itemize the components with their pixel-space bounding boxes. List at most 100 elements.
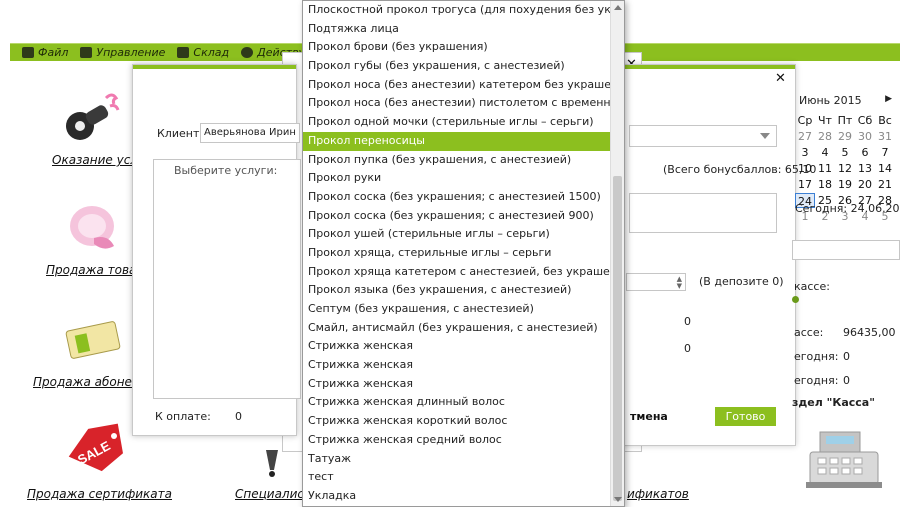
calendar-day[interactable]: 28 [815, 129, 835, 144]
calendar-day[interactable]: 17 [795, 177, 815, 192]
services-box[interactable]: Выберите услуги: [153, 159, 301, 399]
tile-certificates-link[interactable]: Продажа сертификата [27, 487, 172, 501]
cash-status-icon [792, 296, 799, 303]
dropdown-item[interactable]: Прокол носа (без анестезии) катетером бе… [303, 76, 611, 95]
calendar-day[interactable]: 7 [875, 145, 895, 160]
dropdown-item[interactable]: Прокол пупка (без украшения, с анестезие… [303, 151, 611, 170]
menu-file-label: Файл [38, 46, 69, 59]
dropdown-item[interactable]: Прокол соска (без украшения; с анестезие… [303, 207, 611, 226]
calendar-day[interactable]: 3 [795, 145, 815, 160]
calendar-day[interactable]: 13 [855, 161, 875, 176]
calendar-weekday: Чт [818, 114, 832, 127]
chevron-down-icon [760, 133, 770, 139]
calendar-day[interactable]: 31 [875, 129, 895, 144]
dropdown-item[interactable]: тест [303, 468, 611, 487]
calendar-day[interactable]: 12 [835, 161, 855, 176]
dropdown-item[interactable]: Прокол хряща, стерильные иглы – серьги [303, 244, 611, 263]
calendar-day[interactable]: 11 [815, 161, 835, 176]
menu-management-label: Управление [96, 46, 166, 59]
calendar-widget: Июнь 2015 ▶ Ср Чт Пт Сб Вс 27 28 29 30 31 3 4 5 6 7 10 1… [791, 90, 900, 223]
dropdown-item[interactable]: Прокол переносицы [303, 131, 611, 151]
menu-warehouse-label: Склад [193, 46, 230, 59]
scroll-down-icon[interactable] [614, 497, 622, 502]
dropdown-item[interactable]: Септум (без украшения, с анестезией) [303, 300, 611, 319]
menu-management[interactable]: Управление [80, 46, 165, 59]
value-a: 0 [684, 315, 691, 328]
scroll-up-icon[interactable] [614, 5, 622, 10]
service-select[interactable] [629, 125, 777, 147]
kasse-value: 96435,00 [843, 326, 896, 339]
dialog-accent-line-right [621, 65, 795, 69]
dropdown-item[interactable]: Стрижка женская [303, 375, 611, 394]
dropdown-item[interactable]: Стрижка женская средний волос [303, 431, 611, 450]
folder-icon [22, 47, 34, 58]
cash-label: кассе: [794, 280, 830, 293]
cash-register-icon[interactable] [804, 422, 884, 492]
calendar-day[interactable]: 4 [815, 145, 835, 160]
close-icon-right[interactable]: ✕ [775, 71, 786, 86]
dropdown-item[interactable]: Подтяжка лица [303, 20, 611, 39]
calendar-day[interactable]: 5 [835, 145, 855, 160]
stepper-down-icon[interactable]: ▼ [677, 282, 682, 290]
client-value: Аверьянова Ирин [204, 127, 296, 138]
dropdown-item[interactable]: Укладка [303, 487, 611, 506]
calendar-day[interactable]: 20 [855, 177, 875, 192]
dropdown-item[interactable]: Стрижка женская короткий волос [303, 412, 611, 431]
dropdown-item[interactable]: Смайл, антисмайл (без украшения, с анест… [303, 319, 611, 338]
store-icon [177, 47, 190, 58]
dropdown-item[interactable]: Плоскостной прокол трогуса (для похудени… [303, 1, 611, 20]
calendar-day[interactable]: 30 [855, 129, 875, 144]
dropdown-item[interactable]: Прокол ушей (стерильные иглы – серьги) [303, 225, 611, 244]
pay-label: К оплате: [155, 410, 211, 423]
dropdown-item[interactable]: Прокол губы (без украшения, с анестезией… [303, 57, 611, 76]
cancel-button[interactable]: тмена [630, 410, 668, 423]
calendar-day[interactable]: 19 [835, 177, 855, 192]
service-order-dialog: Клиент: Аверьянова Ирин Выберите услуги:… [132, 64, 301, 436]
dropdown-item[interactable]: Прокол языка (без украшения, с анестезие… [303, 281, 611, 300]
calendar-day[interactable]: 27 [795, 129, 815, 144]
client-field[interactable]: Аверьянова Ирин [200, 123, 300, 143]
sale-tag-icon[interactable]: SALE [62, 422, 128, 476]
deposit-stepper[interactable]: ▲ ▼ [626, 273, 686, 291]
calendar-day[interactable]: 21 [875, 177, 895, 192]
calendar-today[interactable]: Сегодня: 24.06.2015 [795, 202, 900, 215]
services-placeholder: Выберите услуги: [174, 164, 278, 177]
calendar-day[interactable]: 14 [875, 161, 895, 176]
menu-file[interactable]: Файл [22, 46, 68, 59]
tile-certificates-right-link[interactable]: ификатов [627, 487, 689, 501]
dropdown-item[interactable]: Прокол соска (без украшения; с анестезие… [303, 188, 611, 207]
right-search-field[interactable] [792, 240, 900, 260]
dropdown-scrollbar[interactable] [610, 1, 624, 506]
service-dropdown[interactable]: Плоскостной прокол трогуса (для похудени… [302, 0, 625, 507]
calendar-header: Июнь 2015 ▶ [797, 94, 892, 107]
calendar-day[interactable]: 6 [855, 145, 875, 160]
scroll-thumb[interactable] [613, 176, 622, 501]
calendar-day[interactable]: 10 [795, 161, 815, 176]
gear-icon [241, 47, 254, 58]
dropdown-item[interactable]: Прокол руки [303, 169, 611, 188]
tile-specialists-link[interactable]: Специалист [235, 487, 311, 501]
calendar-day[interactable]: 18 [815, 177, 835, 192]
cosmetics-icon[interactable] [64, 198, 124, 256]
dropdown-item[interactable]: Стрижка женская длинный волос [303, 393, 611, 412]
dropdown-item[interactable]: Стрижка женская [303, 356, 611, 375]
dropdown-item[interactable]: Стрижка женская [303, 337, 611, 356]
dropdown-item[interactable]: Прокол носа (без анестезии) пистолетом с… [303, 94, 611, 113]
dropdown-item[interactable]: Прокол брови (без украшения) [303, 38, 611, 57]
section-label[interactable]: здел "Касса" [792, 396, 875, 409]
ticket-icon[interactable] [62, 318, 124, 362]
today2-value: 0 [843, 374, 850, 387]
dropdown-item[interactable]: Прокол хряща катетером с анестезией, без… [303, 263, 611, 282]
dropdown-item[interactable]: Прокол одной мочки (стерильные иглы – се… [303, 113, 611, 132]
monitor-icon [80, 47, 93, 58]
today2-label: егодня: [794, 374, 839, 387]
cash-panel: кассе: ассе: 96435,00 егодня: 0 егодня: … [730, 220, 900, 507]
dropdown-item[interactable]: Татуаж [303, 450, 611, 469]
calendar-day[interactable]: 29 [835, 129, 855, 144]
pay-value: 0 [235, 410, 242, 423]
hairdryer-icon[interactable] [62, 84, 126, 148]
menu-warehouse[interactable]: Склад [177, 46, 229, 59]
calendar-month: Июнь 2015 [799, 94, 862, 107]
tile-goods-link[interactable]: Продажа товар [46, 263, 144, 277]
next-month-icon[interactable]: ▶ [885, 94, 892, 107]
